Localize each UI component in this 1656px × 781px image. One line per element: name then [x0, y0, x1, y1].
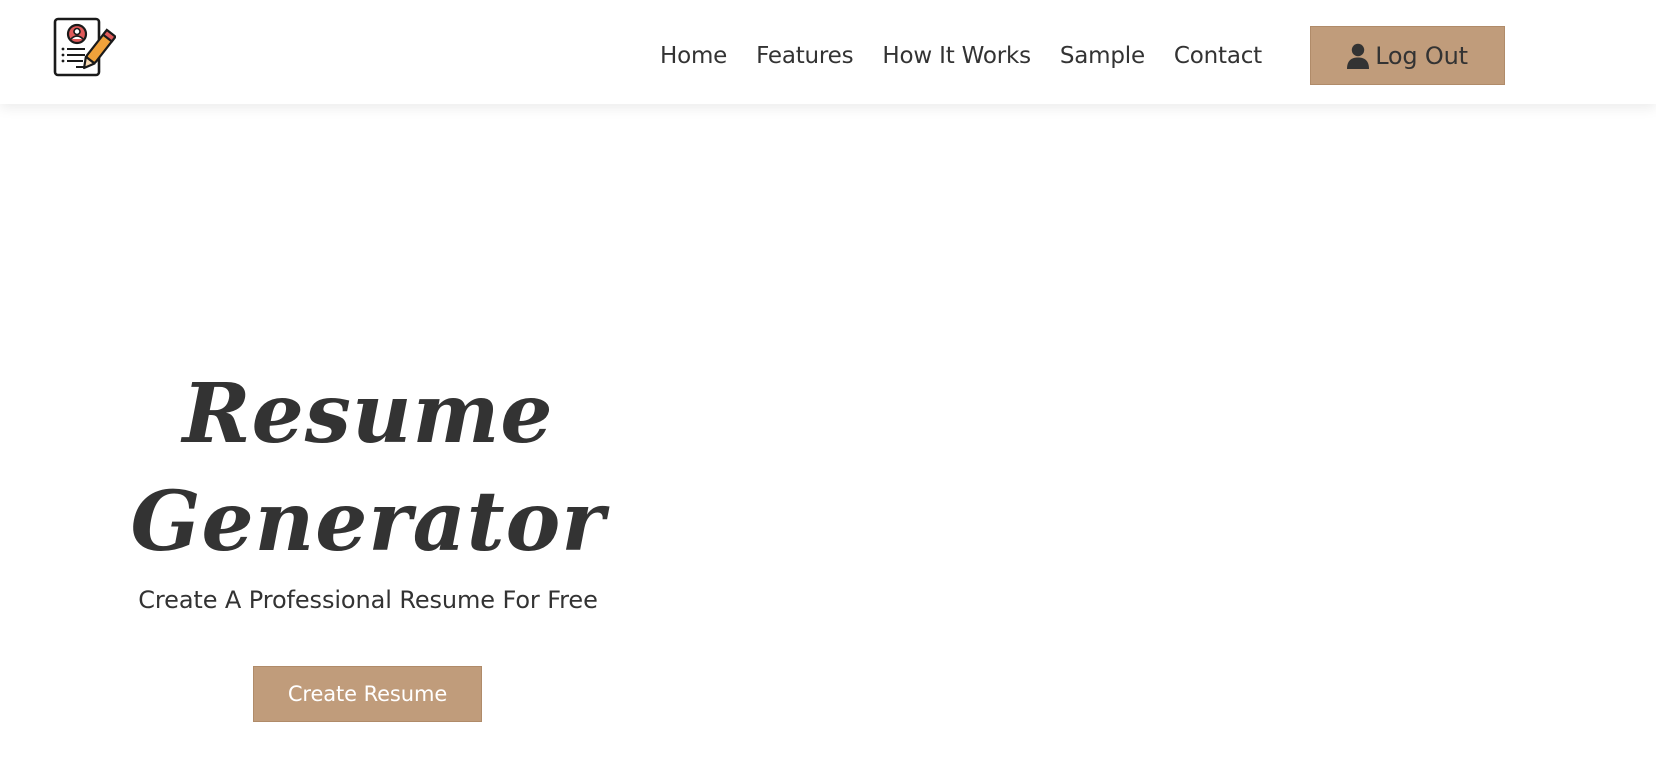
hero-content: Resume Generator Create A Professional R…	[100, 360, 636, 614]
hero-title-line-1: Resume	[182, 366, 554, 462]
nav-features-link[interactable]: Features	[756, 43, 853, 69]
create-resume-button[interactable]: Create Resume	[253, 666, 482, 722]
top-navbar: Home Features How It Works Sample Contac…	[0, 0, 1656, 104]
nav-how-it-works-link[interactable]: How It Works	[882, 43, 1031, 69]
user-icon	[1347, 43, 1370, 69]
hero-title-line-2: Generator	[130, 474, 606, 570]
logout-label: Log Out	[1375, 41, 1468, 70]
nav-home-link[interactable]: Home	[660, 43, 727, 69]
resume-pencil-logo-icon[interactable]	[52, 17, 116, 79]
create-resume-label: Create Resume	[287, 682, 448, 706]
logout-button[interactable]: Log Out	[1310, 26, 1505, 85]
nav-contact-link[interactable]: Contact	[1174, 43, 1262, 69]
main-nav: Home Features How It Works Sample Contac…	[660, 0, 1291, 112]
hero-subtitle: Create A Professional Resume For Free	[138, 586, 598, 614]
nav-sample-link[interactable]: Sample	[1060, 43, 1145, 69]
hero-title: Resume Generator	[100, 360, 636, 576]
